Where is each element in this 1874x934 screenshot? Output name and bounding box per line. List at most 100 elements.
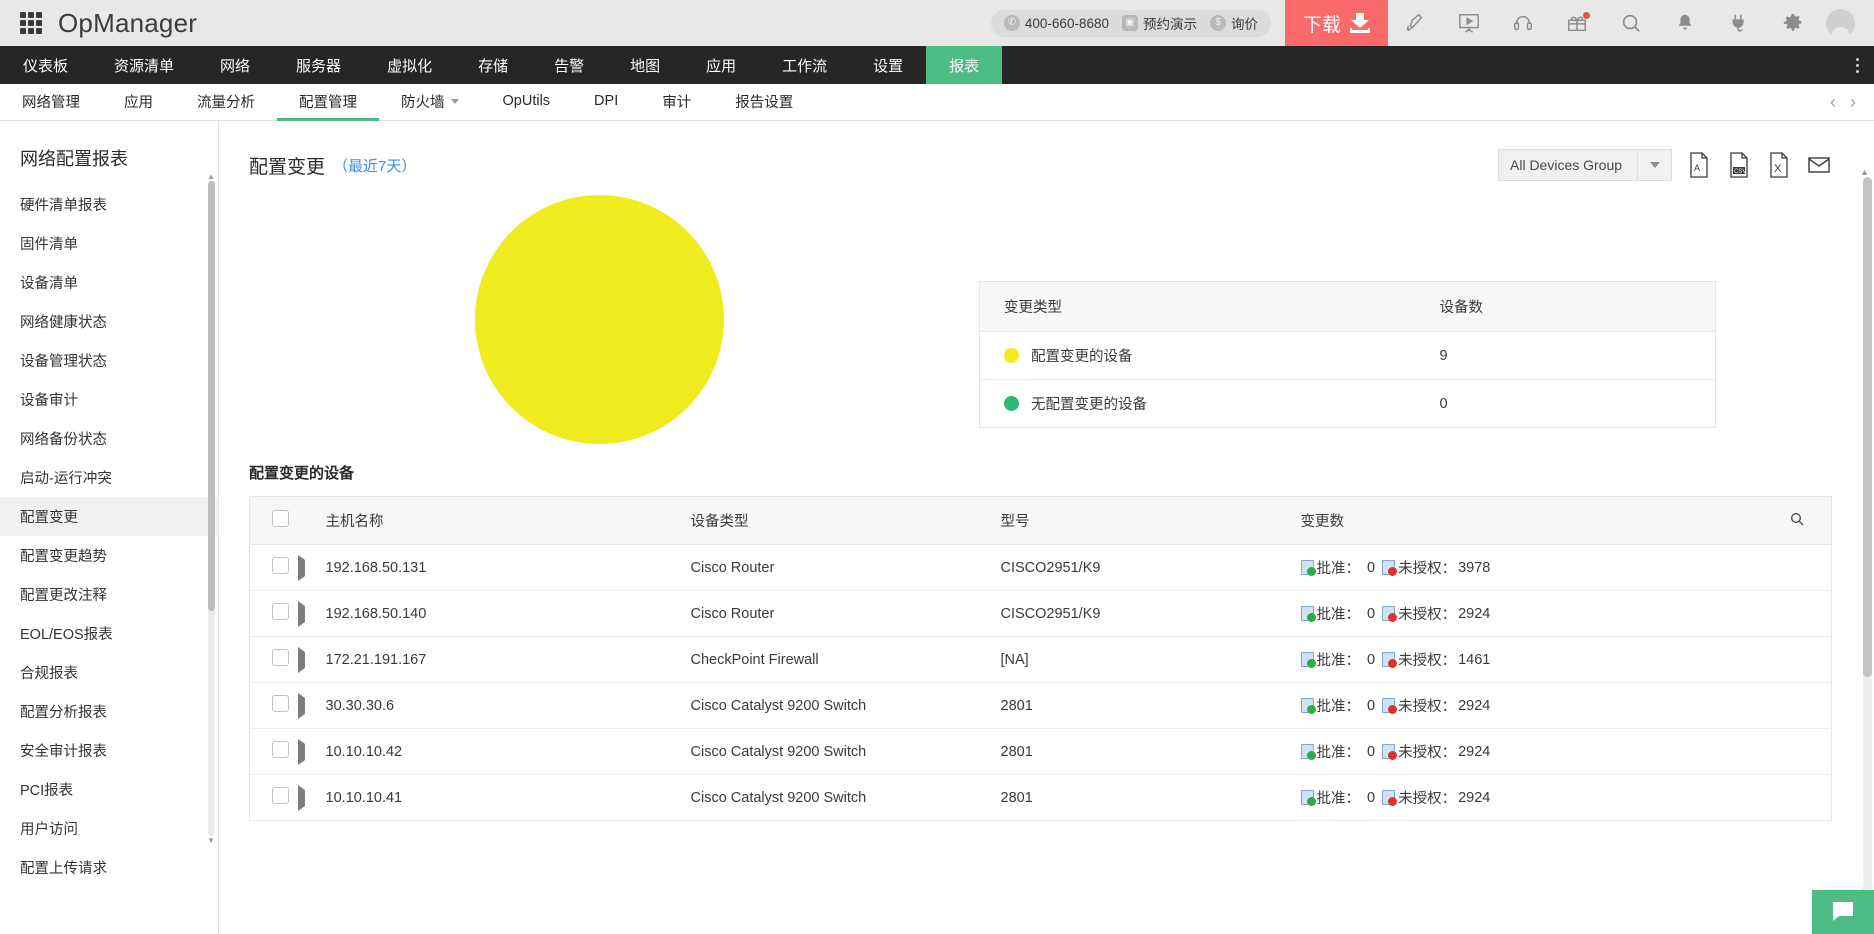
subnav-item-6[interactable]: DPI bbox=[572, 84, 640, 121]
row-checkbox[interactable] bbox=[272, 695, 289, 712]
row-checkbox[interactable] bbox=[272, 741, 289, 758]
export-csv-icon[interactable]: CSV bbox=[1726, 150, 1752, 180]
expand-row-icon[interactable] bbox=[297, 784, 305, 811]
download-button[interactable]: 下载 bbox=[1284, 0, 1388, 46]
sidebar-item-12[interactable]: 合规报表 bbox=[0, 653, 218, 692]
sidebar-item-17[interactable]: 配置上传请求 bbox=[0, 848, 218, 887]
sidebar-item-7[interactable]: 启动-运行冲突 bbox=[0, 458, 218, 497]
sidebar-item-0[interactable]: 硬件清单报表 bbox=[0, 185, 218, 224]
row-checkbox[interactable] bbox=[272, 649, 289, 666]
subnav-item-2[interactable]: 流量分析 bbox=[175, 84, 277, 121]
export-pdf-icon[interactable]: A bbox=[1686, 150, 1712, 180]
sidebar-item-14[interactable]: 安全审计报表 bbox=[0, 731, 218, 770]
sidebar-item-4[interactable]: 设备管理状态 bbox=[0, 341, 218, 380]
presentation-video-icon[interactable] bbox=[1442, 0, 1496, 46]
plug-integration-icon[interactable] bbox=[1712, 0, 1766, 46]
subnav-item-4[interactable]: 防火墙 bbox=[379, 84, 481, 121]
sidebar-item-11[interactable]: EOL/EOS报表 bbox=[0, 614, 218, 653]
more-vertical-icon[interactable] bbox=[1840, 46, 1874, 84]
sidebar-item-6[interactable]: 网络备份状态 bbox=[0, 419, 218, 458]
chevron-left-icon[interactable]: ‹ bbox=[1826, 92, 1840, 113]
expand-row-icon[interactable] bbox=[297, 692, 305, 719]
headset-support-icon[interactable] bbox=[1496, 0, 1550, 46]
nav-item-7[interactable]: 地图 bbox=[607, 46, 683, 84]
cell-hostname[interactable]: 192.168.50.131 bbox=[325, 544, 691, 591]
config-change-pie-chart[interactable] bbox=[474, 195, 724, 444]
header-device-type[interactable]: 设备类型 bbox=[690, 496, 1001, 545]
nav-item-5[interactable]: 存储 bbox=[455, 46, 531, 84]
gift-icon[interactable] bbox=[1550, 0, 1604, 46]
sidebar-item-5[interactable]: 设备审计 bbox=[0, 380, 218, 419]
table-row[interactable]: 10.10.10.42 Cisco Catalyst 9200 Switch 280… bbox=[249, 728, 1832, 775]
nav-item-2[interactable]: 网络 bbox=[197, 46, 273, 84]
sidebar-item-15[interactable]: PCI报表 bbox=[0, 770, 218, 809]
search-icon[interactable] bbox=[1789, 512, 1805, 531]
expand-row-icon[interactable] bbox=[297, 646, 305, 673]
sidebar-item-config-change[interactable]: 配置变更 bbox=[0, 497, 218, 536]
subnav-item-0[interactable]: 网络管理 bbox=[0, 84, 102, 121]
cell-hostname[interactable]: 172.21.191.167 bbox=[325, 636, 691, 683]
legend-row-changed[interactable]: 配置变更的设备 9 bbox=[979, 331, 1716, 380]
nav-item-4[interactable]: 虚拟化 bbox=[364, 46, 455, 84]
content-scrollbar[interactable]: ▲ ▼ bbox=[1860, 167, 1872, 927]
chevron-right-icon[interactable]: › bbox=[1846, 92, 1860, 113]
scroll-down-arrow-icon[interactable]: ▼ bbox=[207, 836, 215, 845]
table-row[interactable]: 172.21.191.167 CheckPoint Firewall [NA] 批准：… bbox=[249, 636, 1832, 683]
table-row[interactable]: 30.30.30.6 Cisco Catalyst 9200 Switch 2801… bbox=[249, 682, 1832, 729]
sidebar-item-3[interactable]: 网络健康状态 bbox=[0, 302, 218, 341]
sidebar-item-16[interactable]: 用户访问 bbox=[0, 809, 218, 848]
nav-item-8[interactable]: 应用 bbox=[683, 46, 759, 84]
subnav-item-7[interactable]: 审计 bbox=[640, 84, 713, 121]
expand-row-icon[interactable] bbox=[297, 600, 305, 627]
device-group-select[interactable]: All Devices Group bbox=[1498, 149, 1672, 181]
sidebar-scroll-thumb[interactable] bbox=[208, 181, 215, 611]
cell-hostname[interactable]: 10.10.10.42 bbox=[325, 728, 691, 775]
header-change-count[interactable]: 变更数 bbox=[1300, 496, 1570, 545]
nav-item-0[interactable]: 仪表板 bbox=[0, 46, 91, 84]
sidebar-item-1[interactable]: 固件清单 bbox=[0, 224, 218, 263]
nav-item-6[interactable]: 告警 bbox=[531, 46, 607, 84]
sidebar-item-9[interactable]: 配置变更趋势 bbox=[0, 536, 218, 575]
cell-hostname[interactable]: 10.10.10.41 bbox=[325, 774, 691, 821]
expand-row-icon[interactable] bbox=[297, 738, 305, 765]
row-checkbox[interactable] bbox=[272, 557, 289, 574]
bell-notification-icon[interactable] bbox=[1658, 0, 1712, 46]
price-inquiry[interactable]: $ 询价 bbox=[1209, 13, 1258, 33]
sidebar-item-13[interactable]: 配置分析报表 bbox=[0, 692, 218, 731]
page-subtitle-period[interactable]: （最近7天） bbox=[333, 155, 416, 176]
search-icon[interactable] bbox=[1604, 0, 1658, 46]
table-row[interactable]: 10.10.10.41 Cisco Catalyst 9200 Switch 280… bbox=[249, 774, 1832, 821]
demo-booking[interactable]: ▣ 预约演示 bbox=[1121, 13, 1197, 33]
content-scroll-thumb[interactable] bbox=[1863, 177, 1872, 677]
select-all-checkbox[interactable] bbox=[272, 510, 289, 527]
header-model[interactable]: 型号 bbox=[1000, 496, 1301, 545]
row-checkbox[interactable] bbox=[272, 603, 289, 620]
cell-hostname[interactable]: 30.30.30.6 bbox=[325, 682, 691, 729]
email-report-icon[interactable] bbox=[1806, 150, 1832, 180]
phone-contact[interactable]: ✆ 400-660-8680 bbox=[1003, 15, 1109, 31]
subnav-item-8[interactable]: 报告设置 bbox=[713, 84, 815, 121]
rocket-icon[interactable] bbox=[1388, 0, 1442, 46]
nav-item-reports[interactable]: 报表 bbox=[926, 46, 1003, 84]
header-hostname[interactable]: 主机名称 bbox=[325, 496, 691, 545]
table-row[interactable]: 192.168.50.131 Cisco Router CISCO2951/K9 批准… bbox=[249, 544, 1832, 591]
sidebar-item-10[interactable]: 配置更改注释 bbox=[0, 575, 218, 614]
nav-item-10[interactable]: 设置 bbox=[850, 46, 926, 84]
nav-item-9[interactable]: 工作流 bbox=[759, 46, 850, 84]
legend-row-unchanged[interactable]: 无配置变更的设备 0 bbox=[980, 380, 1716, 428]
sidebar-item-2[interactable]: 设备清单 bbox=[0, 263, 218, 302]
nav-item-3[interactable]: 服务器 bbox=[273, 46, 364, 84]
user-avatar-icon[interactable] bbox=[1820, 0, 1874, 46]
export-excel-icon[interactable]: X bbox=[1766, 150, 1792, 180]
sidebar-scrollbar[interactable]: ▲ ▼ bbox=[207, 172, 215, 845]
subnav-item-config-mgmt[interactable]: 配置管理 bbox=[277, 84, 379, 121]
scroll-up-arrow-icon[interactable]: ▲ bbox=[1860, 167, 1869, 177]
grid-apps-icon[interactable] bbox=[20, 12, 42, 34]
nav-item-1[interactable]: 资源清单 bbox=[91, 46, 197, 84]
cell-hostname[interactable]: 192.168.50.140 bbox=[325, 590, 691, 637]
chat-support-icon[interactable] bbox=[1812, 890, 1874, 934]
subnav-item-1[interactable]: 应用 bbox=[102, 84, 175, 121]
subnav-item-5[interactable]: OpUtils bbox=[481, 84, 573, 121]
expand-row-icon[interactable] bbox=[297, 554, 305, 581]
table-row[interactable]: 192.168.50.140 Cisco Router CISCO2951/K9 批准… bbox=[249, 590, 1832, 637]
